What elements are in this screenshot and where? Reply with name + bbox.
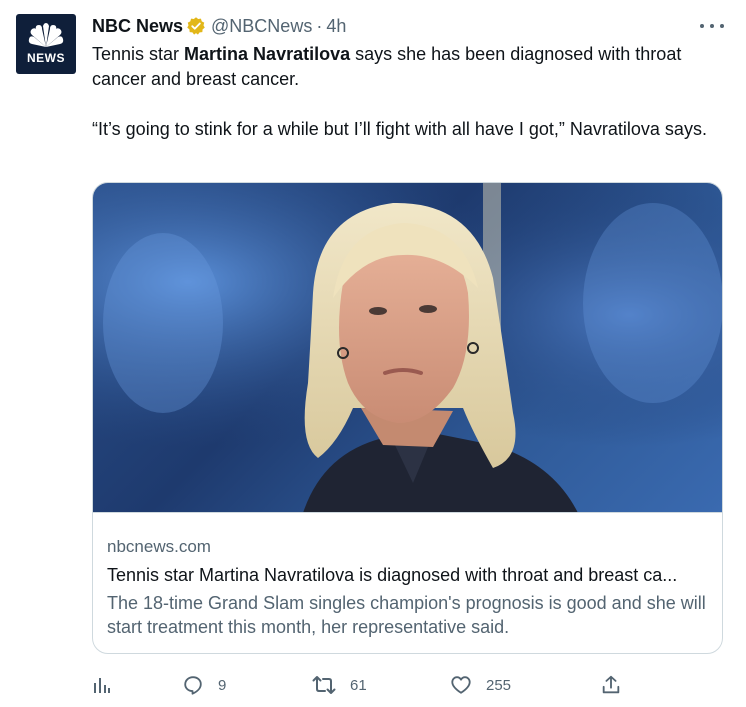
tweet-actions: 9 61 255 <box>92 672 632 698</box>
separator-dot: · <box>316 15 323 36</box>
card-image[interactable] <box>93 183 722 513</box>
link-card[interactable]: nbcnews.com Tennis star Martina Navratil… <box>92 182 723 654</box>
views-button[interactable] <box>92 672 112 698</box>
heart-icon <box>451 676 471 694</box>
tweet-paragraph-1: Tennis star Martina Navratilova says she… <box>92 42 722 92</box>
tweet-timestamp[interactable]: 4h <box>326 16 346 37</box>
tweet-text-part: Tennis star <box>92 44 185 64</box>
author-name[interactable]: NBC News <box>92 16 183 37</box>
reply-button[interactable]: 9 <box>182 672 226 698</box>
verified-icon <box>186 16 206 36</box>
analytics-icon <box>94 678 110 693</box>
author-handle[interactable]: @NBCNews <box>211 16 312 37</box>
card-title: Tennis star Martina Navratilova is diagn… <box>107 565 678 585</box>
card-domain: nbcnews.com <box>107 537 211 556</box>
share-icon <box>602 675 620 694</box>
avatar-label: NEWS <box>27 51 65 65</box>
retweet-icon <box>312 676 336 694</box>
more-options-icon[interactable] <box>700 16 724 36</box>
share-button[interactable] <box>600 672 622 698</box>
nbc-peacock-logo <box>28 23 64 47</box>
tweet-header: NBC News @NBCNews · 4h <box>92 14 346 38</box>
reply-count: 9 <box>218 676 227 694</box>
tweet-paragraph-2: “It’s going to stink for a while but I’l… <box>92 119 707 139</box>
like-button[interactable]: 255 <box>450 672 511 698</box>
tweet-text: Tennis star Martina Navratilova says she… <box>92 42 722 142</box>
reply-icon <box>184 676 202 695</box>
tweet-text-bold: Martina Navratilova <box>184 44 351 64</box>
like-count: 255 <box>486 676 512 694</box>
card-description: The 18-time Grand Slam singles champion'… <box>107 593 706 637</box>
avatar[interactable]: NEWS <box>16 14 76 74</box>
retweet-button[interactable]: 61 <box>312 672 367 698</box>
retweet-count: 61 <box>350 676 367 694</box>
